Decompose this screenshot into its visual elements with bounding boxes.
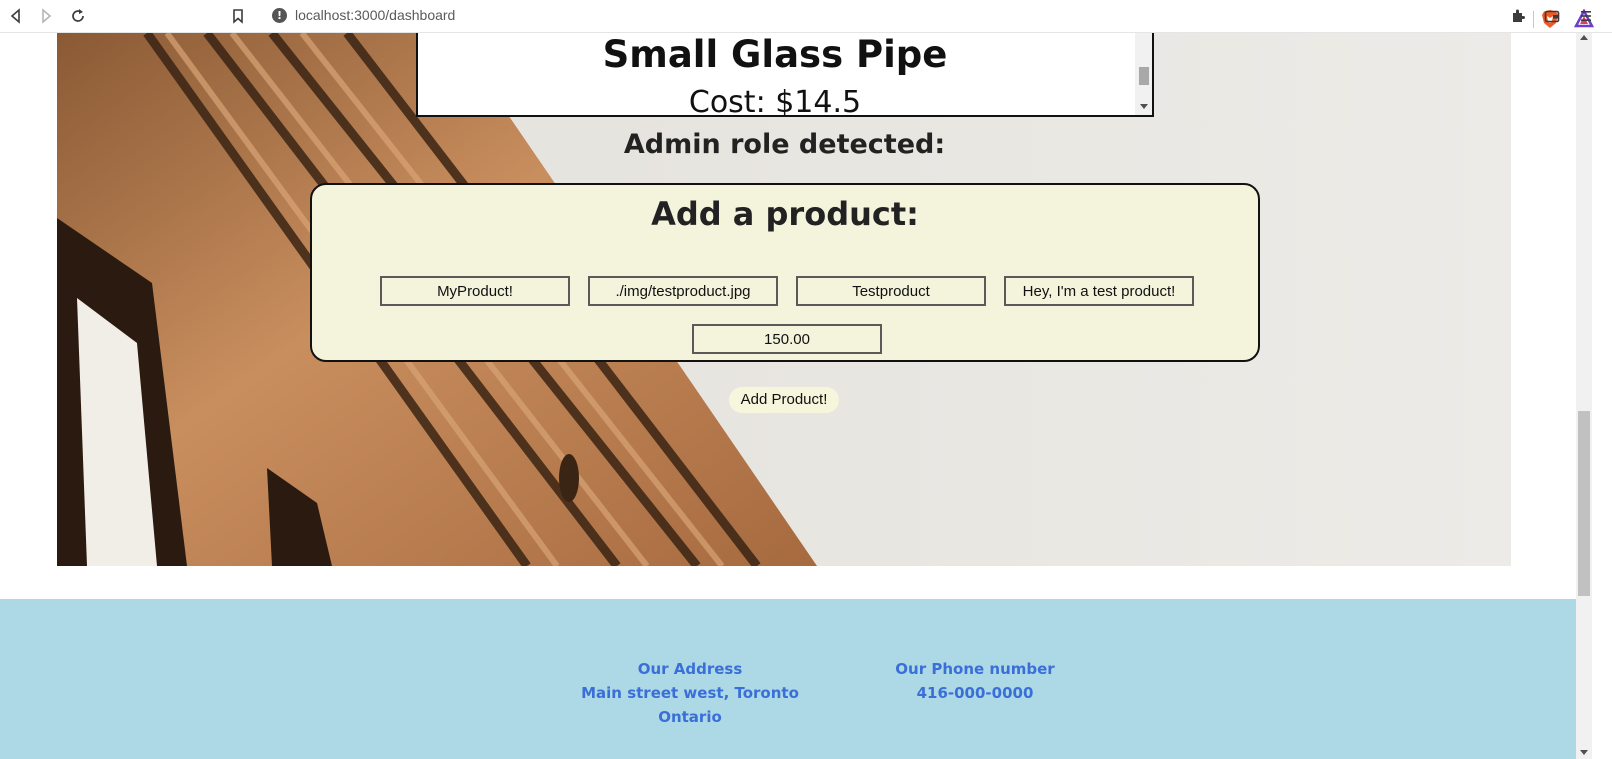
add-product-panel: Add a product: (310, 183, 1260, 362)
wallet-icon[interactable] (1540, 4, 1564, 28)
product-category-input[interactable] (796, 276, 986, 306)
back-icon[interactable] (4, 4, 28, 28)
product-cost: Cost: $14.5 (688, 85, 862, 117)
product-list-scrollbar[interactable] (1135, 33, 1152, 115)
scroll-down-arrow-icon[interactable] (1140, 104, 1148, 109)
menu-icon[interactable] (1574, 4, 1598, 28)
forward-icon[interactable] (34, 4, 58, 28)
address-bar[interactable]: ! localhost:3000/dashboard (262, 3, 1594, 29)
scroll-down-arrow-icon[interactable] (1580, 750, 1588, 755)
browser-toolbar: ! localhost:3000/dashboard (0, 0, 1612, 33)
footer-phone: Our Phone number 416-000-0000 (870, 657, 1080, 705)
product-image-input[interactable] (588, 276, 778, 306)
product-price-input[interactable] (692, 324, 882, 354)
reload-icon[interactable] (66, 4, 90, 28)
footer-address-value: Main street west, Toronto Ontario (581, 684, 799, 726)
footer-address-heading: Our Address (637, 660, 743, 678)
page-viewport: Small Glass Pipe Cost: $14.5 Admin role … (0, 33, 1576, 759)
add-product-button[interactable]: Add Product! (729, 387, 839, 413)
product-list-scroll-thumb[interactable] (1139, 67, 1149, 85)
site-info-icon[interactable]: ! (272, 8, 287, 23)
product-name-input[interactable] (380, 276, 570, 306)
product-name: Small Glass Pipe (602, 33, 948, 76)
footer-phone-heading: Our Phone number (895, 660, 1055, 678)
page-footer: Our Address Main street west, Toronto On… (0, 599, 1576, 759)
url-divider (1533, 11, 1534, 28)
product-list-box: Small Glass Pipe Cost: $14.5 (416, 33, 1154, 117)
admin-role-heading: Admin role detected: (623, 129, 946, 160)
product-description-input[interactable] (1004, 276, 1194, 306)
bookmark-icon[interactable] (226, 4, 250, 28)
page-scrollbar[interactable] (1576, 33, 1592, 759)
footer-address: Our Address Main street west, Toronto On… (560, 657, 820, 729)
scroll-up-arrow-icon[interactable] (1580, 35, 1588, 40)
page-scroll-thumb[interactable] (1578, 411, 1590, 596)
footer-phone-value: 416-000-0000 (916, 684, 1034, 702)
url-text[interactable]: localhost:3000/dashboard (295, 7, 455, 23)
add-product-title: Add a product: (651, 195, 919, 233)
extensions-icon[interactable] (1506, 4, 1530, 28)
